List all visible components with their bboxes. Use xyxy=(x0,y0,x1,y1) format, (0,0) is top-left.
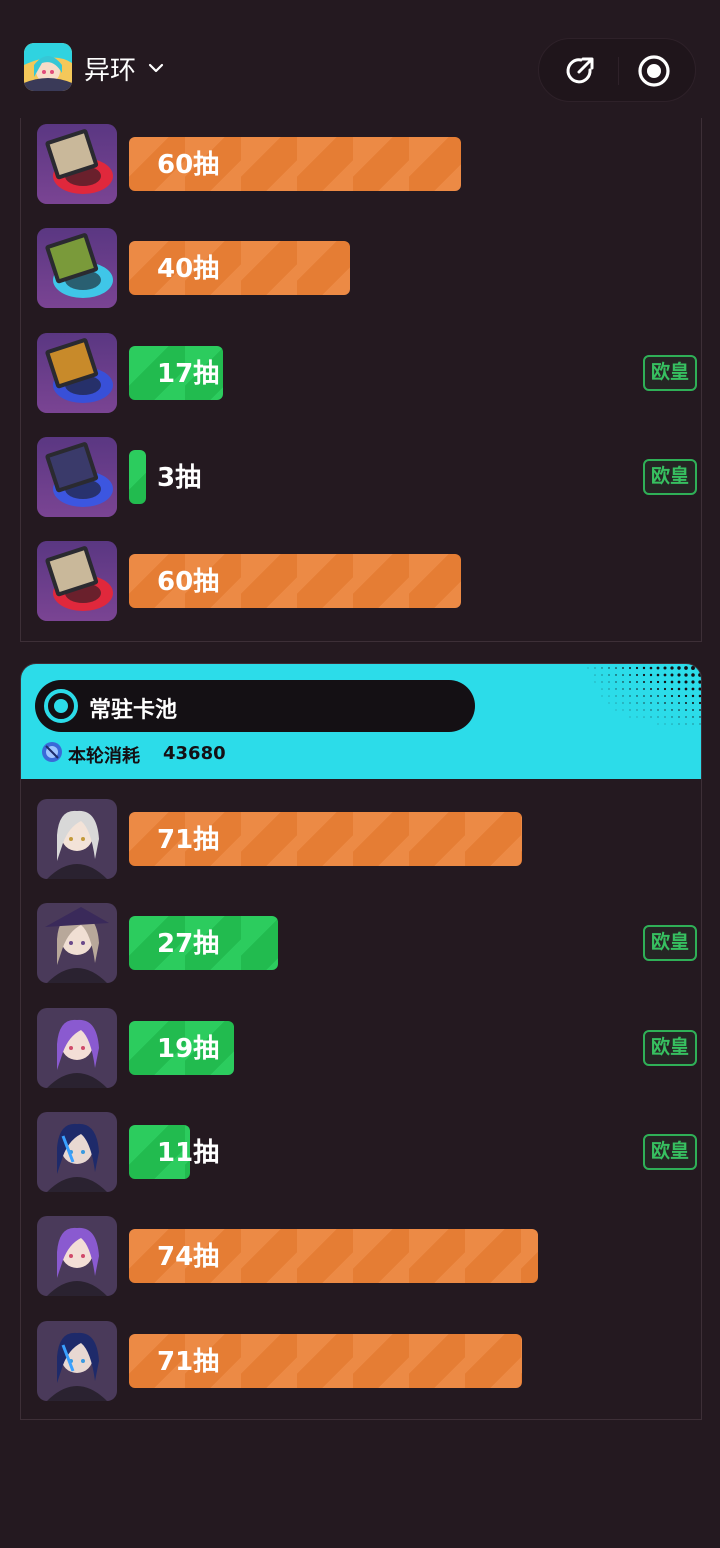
pull-count-label: 60抽 xyxy=(157,567,220,597)
pull-count-bar xyxy=(129,449,146,504)
cost-value: 43680 xyxy=(163,743,226,764)
lucky-badge: 欧皇 xyxy=(643,354,697,391)
pull-count-label: 19抽 xyxy=(157,1033,220,1064)
pull-row[interactable]: 40抽 xyxy=(37,228,687,309)
app-avatar[interactable] xyxy=(24,43,72,91)
share-icon[interactable] xyxy=(562,53,598,89)
lucky-badge: 欧皇 xyxy=(643,1133,697,1170)
pool-ring-icon xyxy=(44,689,78,723)
item-thumbnail xyxy=(37,903,117,984)
target-icon[interactable] xyxy=(636,53,672,89)
lucky-badge: 欧皇 xyxy=(643,458,697,495)
pull-count-label: 71抽 xyxy=(157,1346,220,1377)
item-thumbnail xyxy=(37,124,117,204)
pull-history-card-1: 60抽 40抽 17抽 欧皇 3抽 欧皇 60抽 xyxy=(20,118,702,642)
pull-count-label: 27抽 xyxy=(157,929,220,960)
halftone-decoration xyxy=(587,665,701,725)
pull-count-label: 40抽 xyxy=(157,254,220,285)
pull-count-label: 17抽 xyxy=(157,358,220,389)
item-thumbnail xyxy=(37,436,117,517)
app-name[interactable]: 异环 xyxy=(84,50,136,87)
pull-row[interactable]: 71抽 xyxy=(37,1320,687,1401)
item-thumbnail xyxy=(37,332,117,413)
pull-count-label: 11抽 xyxy=(157,1137,220,1168)
pull-row[interactable]: 17抽 欧皇 xyxy=(37,332,697,413)
pull-count-label: 3抽 xyxy=(157,462,202,493)
pull-count-label: 60抽 xyxy=(157,150,220,180)
item-thumbnail xyxy=(37,228,117,309)
pull-row[interactable]: 11抽 欧皇 xyxy=(37,1111,697,1192)
item-thumbnail xyxy=(37,541,117,621)
item-thumbnail xyxy=(37,1007,117,1088)
cost-label: 本轮消耗 xyxy=(68,746,140,767)
pull-row[interactable]: 3抽 欧皇 xyxy=(37,436,697,517)
lucky-badge: 欧皇 xyxy=(643,925,697,962)
pull-row[interactable]: 71抽 xyxy=(37,799,687,879)
lucky-badge: 欧皇 xyxy=(643,1029,697,1066)
item-thumbnail xyxy=(37,1216,117,1297)
item-thumbnail xyxy=(37,1320,117,1401)
pool-title-pill[interactable]: 常驻卡池 xyxy=(35,680,475,732)
pull-row[interactable]: 60抽 xyxy=(37,541,687,621)
header-action-group xyxy=(538,38,696,102)
pull-count-label: 71抽 xyxy=(157,825,220,855)
pull-row[interactable]: 19抽 欧皇 xyxy=(37,1007,697,1088)
currency-icon xyxy=(42,742,62,762)
pull-row[interactable]: 60抽 xyxy=(37,124,687,204)
item-thumbnail xyxy=(37,799,117,879)
pull-count-label: 74抽 xyxy=(157,1242,220,1273)
pool-header: 常驻卡池 本轮消耗 43680 xyxy=(21,664,701,779)
chevron-down-icon[interactable] xyxy=(147,59,165,77)
pull-history-card-standard: 常驻卡池 本轮消耗 43680 71抽 27抽 欧皇 19抽 欧皇 11抽 欧皇 74抽 71抽 xyxy=(20,663,702,1420)
divider xyxy=(618,57,619,85)
pull-row[interactable]: 74抽 xyxy=(37,1216,687,1297)
top-bar: 异环 xyxy=(0,0,720,118)
pull-row[interactable]: 27抽 欧皇 xyxy=(37,903,697,984)
item-thumbnail xyxy=(37,1111,117,1192)
pool-title: 常驻卡池 xyxy=(89,698,178,723)
